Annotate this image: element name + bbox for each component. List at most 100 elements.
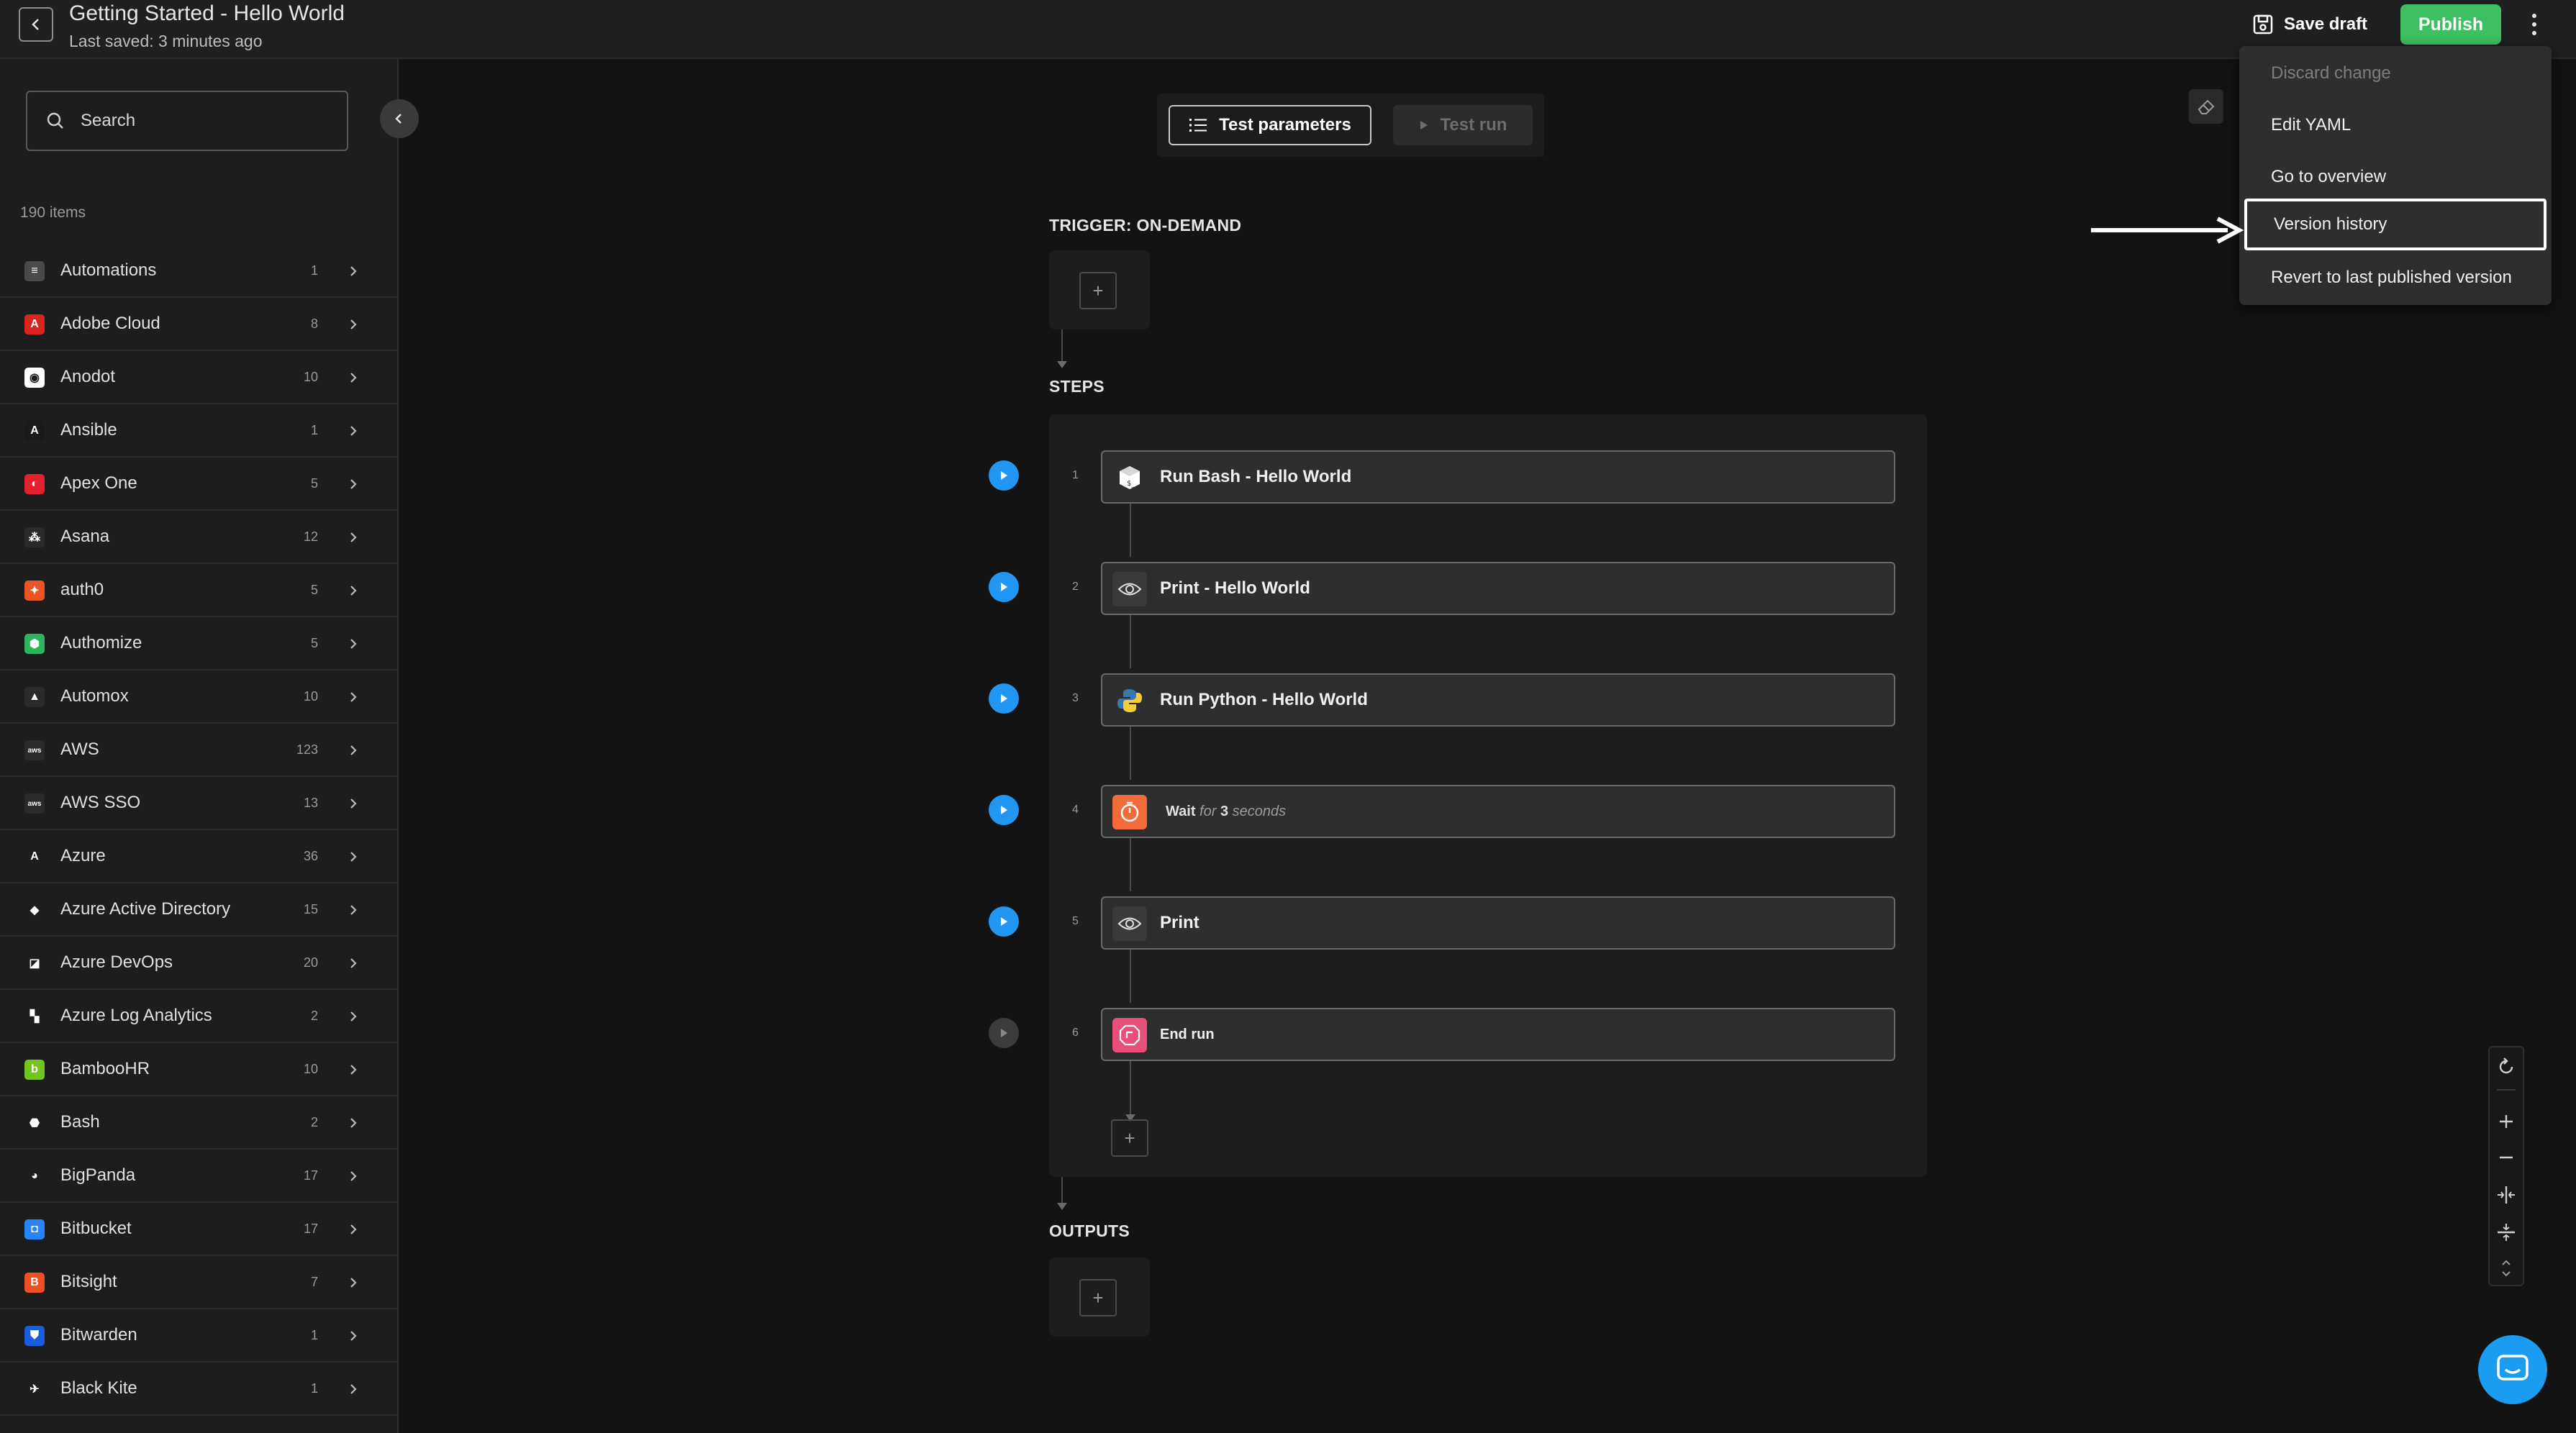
chevron-right-icon	[350, 1118, 357, 1128]
step-card[interactable]: $_ Run Bash - Hello World	[1101, 450, 1895, 504]
chevron-right-icon	[350, 1171, 357, 1181]
sidebar-item-label: Adobe Cloud	[60, 314, 160, 333]
run-step-button[interactable]	[989, 572, 1019, 602]
run-step-button[interactable]	[989, 683, 1019, 714]
sidebar-item-label: Ansible	[60, 420, 117, 440]
play-icon	[1001, 583, 1007, 591]
run-step-button[interactable]	[989, 795, 1019, 825]
step-card[interactable]: Print	[1101, 896, 1895, 950]
sidebar-item-label: Bitbucket	[60, 1219, 132, 1238]
sidebar-item[interactable]: A Azure 36	[0, 830, 399, 883]
sidebar-item-count: 1	[310, 263, 318, 278]
integration-logo-icon: ◉	[24, 368, 45, 388]
menu-item-version-history[interactable]: Version history	[2244, 199, 2546, 250]
stop-icon	[1112, 1018, 1147, 1052]
test-run-button[interactable]: Test run	[1393, 105, 1533, 145]
sidebar-item-label: BambooHR	[60, 1059, 150, 1078]
expand-button[interactable]	[2490, 1252, 2523, 1285]
play-icon	[1001, 471, 1007, 480]
sidebar-item[interactable]: ⬣ Bash 2	[0, 1096, 399, 1150]
sidebar-item[interactable]: ◘ Bitbucket 17	[0, 1203, 399, 1256]
python-icon	[1112, 683, 1147, 718]
sidebar-item[interactable]: aws AWS 123	[0, 724, 399, 777]
reset-view-button[interactable]	[2490, 1050, 2523, 1083]
run-step-button[interactable]	[989, 460, 1019, 491]
sidebar-item-count: 2	[310, 1114, 318, 1129]
sidebar-item[interactable]: ◪ Azure DevOps 20	[0, 937, 399, 990]
integration-logo-icon: ◘	[24, 1219, 45, 1239]
trigger-label: TRIGGER: ON-DEMAND	[1049, 216, 1242, 235]
search-field[interactable]	[26, 91, 348, 151]
add-trigger-button[interactable]: +	[1079, 272, 1117, 309]
chevron-right-icon	[350, 479, 357, 489]
integration-logo-icon: ⛊	[24, 1326, 45, 1346]
chevron-right-icon	[350, 958, 357, 968]
sidebar-item[interactable]: ◉ Anodot 10	[0, 351, 399, 404]
step-card[interactable]: Run Python - Hello World	[1101, 673, 1895, 727]
menu-item-revert-to-published[interactable]: Revert to last published version	[2239, 252, 2552, 304]
connector-line	[1130, 727, 1131, 780]
fit-vertical-button[interactable]	[2490, 1216, 2523, 1249]
more-options-icon[interactable]	[2521, 7, 2547, 42]
fit-horizontal-button[interactable]	[2490, 1178, 2523, 1211]
sidebar-item[interactable]: A Adobe Cloud 8	[0, 298, 399, 351]
sidebar-item[interactable]: ⁂ Asana 12	[0, 511, 399, 564]
integration-logo-icon: A	[24, 314, 45, 335]
run-step-button[interactable]	[989, 1018, 1019, 1048]
integration-logo-icon: ◪	[24, 953, 45, 973]
integration-logo-icon: ◐	[24, 474, 45, 494]
sidebar-item[interactable]: A Ansible 1	[0, 404, 399, 458]
integration-logo-icon: b	[24, 1060, 45, 1080]
sidebar-item[interactable]: ▚ Azure Log Analytics 2	[0, 990, 399, 1043]
save-draft-button[interactable]: Save draft	[2252, 10, 2367, 39]
sidebar-item[interactable]: ⛊ Bitwarden 1	[0, 1309, 399, 1363]
connector-line	[1130, 1061, 1131, 1117]
sidebar-item[interactable]: ≡ Automations 1	[0, 245, 399, 298]
sidebar-item[interactable]: b BambooHR 10	[0, 1043, 399, 1096]
step-card[interactable]: Wait for 3 seconds	[1101, 785, 1895, 838]
sidebar-item[interactable]: ✦ auth0 5	[0, 564, 399, 617]
sidebar-item[interactable]: ◕ BigPanda 17	[0, 1150, 399, 1203]
sidebar-item[interactable]: ◆ Azure Active Directory 15	[0, 883, 399, 937]
publish-button[interactable]: Publish	[2400, 4, 2501, 45]
sidebar-item[interactable]: ⬢ Authomize 5	[0, 617, 399, 670]
sidebar-item-label: Automox	[60, 686, 129, 706]
search-input[interactable]	[79, 110, 324, 132]
chat-icon	[2497, 1355, 2529, 1380]
sidebar-item[interactable]: ◐ Apex One 5	[0, 458, 399, 511]
save-icon	[2253, 14, 2273, 35]
add-output-button[interactable]: +	[1079, 1279, 1117, 1316]
sidebar-item[interactable]: ▲ Automox 10	[0, 670, 399, 724]
step-card[interactable]: End run	[1101, 1008, 1895, 1061]
eraser-button[interactable]	[2189, 89, 2223, 124]
connector-arrow	[1057, 361, 1067, 368]
chat-support-button[interactable]	[2478, 1335, 2547, 1404]
fit-width-icon	[2498, 1186, 2515, 1204]
step-card[interactable]: Print - Hello World	[1101, 562, 1895, 615]
eraser-icon	[2198, 99, 2215, 114]
menu-item-discard-change[interactable]: Discard change	[2239, 47, 2552, 99]
sidebar-item-count: 12	[303, 529, 318, 544]
sidebar-item[interactable]: aws AWS SSO 13	[0, 777, 399, 830]
sidebar-item-count: 7	[310, 1274, 318, 1289]
back-button[interactable]	[19, 7, 53, 42]
add-step-button[interactable]: +	[1111, 1119, 1148, 1157]
menu-item-go-to-overview[interactable]: Go to overview	[2239, 151, 2552, 203]
collapse-sidebar-button[interactable]	[380, 99, 419, 138]
step-label: Print	[1160, 913, 1199, 932]
page-title: Getting Started - Hello World	[69, 1, 345, 25]
menu-item-edit-yaml[interactable]: Edit YAML	[2239, 99, 2552, 151]
sidebar-item-label: Apex One	[60, 473, 137, 493]
play-icon	[1420, 121, 1428, 129]
sidebar-item[interactable]: B Bitsight 7	[0, 1256, 399, 1309]
play-icon	[1001, 694, 1007, 703]
chevron-right-icon	[350, 373, 357, 383]
zoom-out-button[interactable]	[2490, 1141, 2523, 1174]
zoom-in-button[interactable]	[2490, 1105, 2523, 1138]
test-parameters-button[interactable]: Test parameters	[1169, 105, 1371, 145]
chevron-right-icon	[350, 692, 357, 702]
sidebar-item[interactable]: ✈ Black Kite 1	[0, 1363, 399, 1416]
connector-line	[1130, 615, 1131, 668]
run-step-button[interactable]	[989, 906, 1019, 937]
sidebar-item-label: Black Kite	[60, 1378, 137, 1398]
